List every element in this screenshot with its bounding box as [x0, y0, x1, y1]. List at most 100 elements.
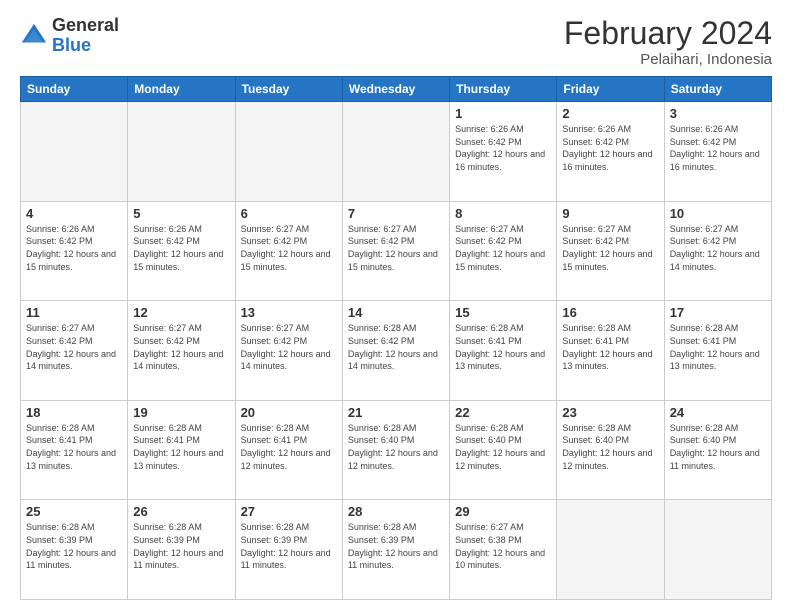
day-info: Sunrise: 6:27 AMSunset: 6:42 PMDaylight:…	[26, 322, 122, 372]
day-number: 23	[562, 405, 658, 420]
day-number: 20	[241, 405, 337, 420]
calendar-cell	[664, 500, 771, 600]
calendar-header-saturday: Saturday	[664, 77, 771, 102]
day-number: 2	[562, 106, 658, 121]
page: General Blue February 2024 Pelaihari, In…	[0, 0, 792, 612]
day-info: Sunrise: 6:27 AMSunset: 6:42 PMDaylight:…	[348, 223, 444, 273]
calendar-header-tuesday: Tuesday	[235, 77, 342, 102]
calendar-week-1: 4 Sunrise: 6:26 AMSunset: 6:42 PMDayligh…	[21, 201, 772, 301]
day-info: Sunrise: 6:26 AMSunset: 6:42 PMDaylight:…	[562, 123, 658, 173]
logo-text: General Blue	[52, 16, 119, 56]
day-number: 25	[26, 504, 122, 519]
calendar-cell	[128, 102, 235, 202]
day-number: 21	[348, 405, 444, 420]
day-number: 18	[26, 405, 122, 420]
calendar-header-wednesday: Wednesday	[342, 77, 449, 102]
calendar-cell: 4 Sunrise: 6:26 AMSunset: 6:42 PMDayligh…	[21, 201, 128, 301]
logo-general: General	[52, 16, 119, 36]
calendar-cell: 12 Sunrise: 6:27 AMSunset: 6:42 PMDaylig…	[128, 301, 235, 401]
calendar-cell	[342, 102, 449, 202]
day-number: 14	[348, 305, 444, 320]
day-number: 13	[241, 305, 337, 320]
calendar-cell: 1 Sunrise: 6:26 AMSunset: 6:42 PMDayligh…	[450, 102, 557, 202]
calendar-cell: 14 Sunrise: 6:28 AMSunset: 6:42 PMDaylig…	[342, 301, 449, 401]
day-number: 11	[26, 305, 122, 320]
calendar-cell: 22 Sunrise: 6:28 AMSunset: 6:40 PMDaylig…	[450, 400, 557, 500]
calendar-cell	[557, 500, 664, 600]
day-number: 5	[133, 206, 229, 221]
calendar-cell: 2 Sunrise: 6:26 AMSunset: 6:42 PMDayligh…	[557, 102, 664, 202]
calendar-cell: 23 Sunrise: 6:28 AMSunset: 6:40 PMDaylig…	[557, 400, 664, 500]
day-info: Sunrise: 6:27 AMSunset: 6:38 PMDaylight:…	[455, 521, 551, 571]
day-info: Sunrise: 6:26 AMSunset: 6:42 PMDaylight:…	[26, 223, 122, 273]
title-block: February 2024 Pelaihari, Indonesia	[564, 16, 772, 68]
day-number: 10	[670, 206, 766, 221]
calendar-cell: 5 Sunrise: 6:26 AMSunset: 6:42 PMDayligh…	[128, 201, 235, 301]
day-info: Sunrise: 6:27 AMSunset: 6:42 PMDaylight:…	[241, 322, 337, 372]
calendar-week-3: 18 Sunrise: 6:28 AMSunset: 6:41 PMDaylig…	[21, 400, 772, 500]
calendar-cell: 26 Sunrise: 6:28 AMSunset: 6:39 PMDaylig…	[128, 500, 235, 600]
day-number: 6	[241, 206, 337, 221]
calendar-cell: 13 Sunrise: 6:27 AMSunset: 6:42 PMDaylig…	[235, 301, 342, 401]
day-info: Sunrise: 6:28 AMSunset: 6:41 PMDaylight:…	[455, 322, 551, 372]
calendar-cell: 28 Sunrise: 6:28 AMSunset: 6:39 PMDaylig…	[342, 500, 449, 600]
calendar-header-thursday: Thursday	[450, 77, 557, 102]
day-number: 28	[348, 504, 444, 519]
day-info: Sunrise: 6:28 AMSunset: 6:39 PMDaylight:…	[26, 521, 122, 571]
calendar-cell: 6 Sunrise: 6:27 AMSunset: 6:42 PMDayligh…	[235, 201, 342, 301]
calendar-cell: 18 Sunrise: 6:28 AMSunset: 6:41 PMDaylig…	[21, 400, 128, 500]
day-number: 9	[562, 206, 658, 221]
day-info: Sunrise: 6:26 AMSunset: 6:42 PMDaylight:…	[133, 223, 229, 273]
day-number: 1	[455, 106, 551, 121]
day-info: Sunrise: 6:28 AMSunset: 6:40 PMDaylight:…	[670, 422, 766, 472]
day-number: 27	[241, 504, 337, 519]
day-number: 15	[455, 305, 551, 320]
day-info: Sunrise: 6:28 AMSunset: 6:39 PMDaylight:…	[241, 521, 337, 571]
header: General Blue February 2024 Pelaihari, In…	[20, 16, 772, 68]
calendar-header-friday: Friday	[557, 77, 664, 102]
day-info: Sunrise: 6:27 AMSunset: 6:42 PMDaylight:…	[670, 223, 766, 273]
day-info: Sunrise: 6:27 AMSunset: 6:42 PMDaylight:…	[562, 223, 658, 273]
calendar-week-2: 11 Sunrise: 6:27 AMSunset: 6:42 PMDaylig…	[21, 301, 772, 401]
day-info: Sunrise: 6:28 AMSunset: 6:40 PMDaylight:…	[348, 422, 444, 472]
day-info: Sunrise: 6:26 AMSunset: 6:42 PMDaylight:…	[670, 123, 766, 173]
calendar-cell: 15 Sunrise: 6:28 AMSunset: 6:41 PMDaylig…	[450, 301, 557, 401]
calendar-header-sunday: Sunday	[21, 77, 128, 102]
day-number: 7	[348, 206, 444, 221]
day-number: 24	[670, 405, 766, 420]
main-title: February 2024	[564, 16, 772, 51]
day-number: 29	[455, 504, 551, 519]
calendar-cell	[21, 102, 128, 202]
day-number: 16	[562, 305, 658, 320]
calendar-cell: 27 Sunrise: 6:28 AMSunset: 6:39 PMDaylig…	[235, 500, 342, 600]
day-number: 8	[455, 206, 551, 221]
calendar-cell: 8 Sunrise: 6:27 AMSunset: 6:42 PMDayligh…	[450, 201, 557, 301]
day-info: Sunrise: 6:27 AMSunset: 6:42 PMDaylight:…	[133, 322, 229, 372]
calendar-cell: 16 Sunrise: 6:28 AMSunset: 6:41 PMDaylig…	[557, 301, 664, 401]
calendar-cell: 7 Sunrise: 6:27 AMSunset: 6:42 PMDayligh…	[342, 201, 449, 301]
calendar-cell: 29 Sunrise: 6:27 AMSunset: 6:38 PMDaylig…	[450, 500, 557, 600]
day-info: Sunrise: 6:27 AMSunset: 6:42 PMDaylight:…	[455, 223, 551, 273]
day-info: Sunrise: 6:28 AMSunset: 6:41 PMDaylight:…	[562, 322, 658, 372]
day-number: 4	[26, 206, 122, 221]
logo: General Blue	[20, 16, 119, 56]
calendar-week-4: 25 Sunrise: 6:28 AMSunset: 6:39 PMDaylig…	[21, 500, 772, 600]
day-info: Sunrise: 6:26 AMSunset: 6:42 PMDaylight:…	[455, 123, 551, 173]
day-info: Sunrise: 6:28 AMSunset: 6:41 PMDaylight:…	[133, 422, 229, 472]
calendar-cell: 10 Sunrise: 6:27 AMSunset: 6:42 PMDaylig…	[664, 201, 771, 301]
calendar-cell: 25 Sunrise: 6:28 AMSunset: 6:39 PMDaylig…	[21, 500, 128, 600]
day-number: 12	[133, 305, 229, 320]
subtitle: Pelaihari, Indonesia	[564, 51, 772, 68]
calendar-week-0: 1 Sunrise: 6:26 AMSunset: 6:42 PMDayligh…	[21, 102, 772, 202]
day-number: 19	[133, 405, 229, 420]
logo-icon	[20, 22, 48, 50]
calendar-cell: 19 Sunrise: 6:28 AMSunset: 6:41 PMDaylig…	[128, 400, 235, 500]
calendar-cell	[235, 102, 342, 202]
day-info: Sunrise: 6:28 AMSunset: 6:41 PMDaylight:…	[241, 422, 337, 472]
calendar-cell: 11 Sunrise: 6:27 AMSunset: 6:42 PMDaylig…	[21, 301, 128, 401]
day-info: Sunrise: 6:28 AMSunset: 6:41 PMDaylight:…	[670, 322, 766, 372]
day-info: Sunrise: 6:27 AMSunset: 6:42 PMDaylight:…	[241, 223, 337, 273]
calendar-table: SundayMondayTuesdayWednesdayThursdayFrid…	[20, 76, 772, 600]
day-number: 22	[455, 405, 551, 420]
calendar-cell: 9 Sunrise: 6:27 AMSunset: 6:42 PMDayligh…	[557, 201, 664, 301]
